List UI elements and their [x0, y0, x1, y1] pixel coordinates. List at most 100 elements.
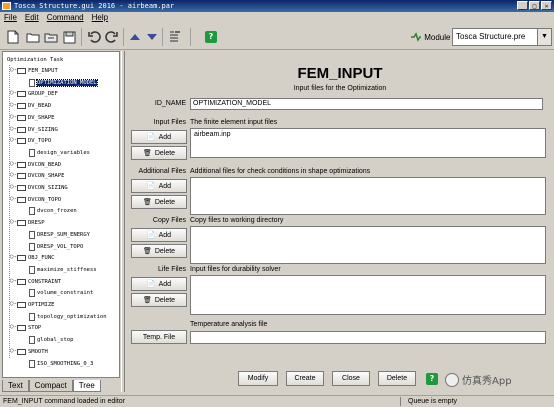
delete-label: Delete — [154, 149, 176, 157]
delete-input-file-button[interactable]: 🗑 Delete — [131, 146, 187, 160]
redo-icon[interactable] — [103, 28, 121, 46]
expand-toggle-icon[interactable]: ○- — [10, 195, 17, 202]
tree-item[interactable]: ○- DV_TOPO — [10, 136, 51, 146]
help-icon[interactable]: ? — [202, 28, 220, 46]
expand-toggle-icon[interactable]: ○- — [10, 253, 17, 260]
open-recent-icon[interactable] — [42, 28, 60, 46]
tree-item[interactable]: ○- DVCON_SHAPE — [10, 171, 64, 181]
tree-item[interactable]: DRESP_VOL_TOPO — [29, 242, 83, 252]
expand-toggle-icon[interactable]: ○- — [10, 89, 17, 96]
create-button[interactable]: Create — [286, 371, 324, 386]
action-buttons: Modify Create Close Delete — [238, 371, 416, 386]
folder-icon — [17, 126, 26, 133]
open-folder-icon[interactable] — [24, 28, 42, 46]
tree-item[interactable]: ○- DVCON_BEAD — [10, 160, 61, 170]
expand-toggle-icon[interactable]: ○- — [10, 66, 17, 73]
expand-toggle-icon[interactable]: ○- — [10, 323, 17, 330]
expand-toggle-icon[interactable]: ○- — [10, 277, 17, 284]
delete-copy-file-button[interactable]: 🗑 Delete — [131, 244, 187, 258]
tree-item[interactable]: ○- SMOOTH — [10, 347, 48, 357]
tab-compact[interactable]: Compact — [28, 380, 73, 392]
delete-life-file-button[interactable]: 🗑 Delete — [131, 293, 187, 307]
add-file-icon: 📄 — [146, 232, 156, 239]
expand-toggle-icon[interactable]: ○- — [10, 113, 17, 120]
chevron-down-icon[interactable]: ▼ — [537, 29, 551, 45]
tree-item[interactable]: ○- DRESP — [10, 218, 45, 228]
title-bar: Tosca Structure.gui 2016 - airbeam.par _… — [0, 0, 554, 12]
expand-toggle-icon[interactable]: ○- — [10, 171, 17, 178]
add-copy-file-button[interactable]: 📄 Add — [131, 228, 187, 242]
add-life-file-button[interactable]: 📄 Add — [131, 277, 187, 291]
tree-item[interactable]: ○- DV_SIZING — [10, 125, 58, 135]
temperature-file-field[interactable] — [190, 331, 546, 344]
tree-item[interactable]: DRESP_SUM_ENERGY — [29, 230, 90, 240]
close-icon[interactable]: × — [541, 1, 552, 10]
tab-text[interactable]: Text — [2, 380, 29, 392]
add-additional-file-button[interactable]: 📄 Add — [131, 179, 187, 193]
tree-item[interactable]: ○- STOP — [10, 323, 41, 333]
expand-toggle-icon[interactable]: ○- — [10, 160, 17, 167]
undo-icon[interactable] — [85, 28, 103, 46]
expand-toggle-icon[interactable]: ○- — [10, 183, 17, 190]
tree-item[interactable]: ○- OBJ_FUNC — [10, 253, 55, 263]
delete-button[interactable]: Delete — [378, 371, 416, 386]
window-controls: _ □ × — [517, 1, 552, 10]
list-item[interactable]: airbeam.inp — [194, 131, 542, 138]
minimize-icon[interactable]: _ — [517, 1, 528, 10]
copy-files-list[interactable] — [190, 226, 546, 264]
expand-toggle-icon[interactable]: ○- — [10, 136, 17, 143]
tree-item[interactable]: ○- GROUP_DEF — [10, 89, 58, 99]
tree-item[interactable]: ○- CONSTRAINT — [10, 277, 62, 287]
tree-item[interactable]: ○- DV_BEAD — [10, 101, 52, 111]
life-files-desc: Input files for durability solver — [190, 266, 281, 273]
panel-splitter[interactable] — [121, 51, 125, 392]
modify-button[interactable]: Modify — [238, 371, 278, 386]
expand-toggle-icon[interactable]: ○- — [10, 347, 17, 354]
tree-item[interactable]: ○- DV_SHAPE — [10, 113, 55, 123]
tree-item[interactable]: dvcon_frozen — [29, 206, 77, 216]
tree-item[interactable]: OPTIMIZATION_MODEL — [29, 78, 98, 88]
queue-status: Queue is empty — [408, 398, 458, 405]
life-files-list[interactable] — [190, 275, 546, 315]
expand-toggle-icon[interactable]: ○- — [10, 300, 17, 307]
move-up-icon[interactable] — [126, 28, 144, 46]
tree-root[interactable]: Optimization Task — [7, 55, 63, 65]
tree-item[interactable]: ○- OPTIMIZE — [10, 300, 55, 310]
tree-item[interactable]: topology_optimization — [29, 312, 107, 322]
menu-help[interactable]: Help — [92, 12, 108, 24]
save-icon[interactable] — [60, 28, 78, 46]
expand-toggle-icon[interactable]: ○- — [10, 125, 17, 132]
close-button[interactable]: Close — [332, 371, 370, 386]
tree-item-label: DRESP_VOL_TOPO — [37, 243, 84, 250]
help-icon[interactable]: ? — [426, 373, 438, 385]
tree-item[interactable]: ○- DVCON_SIZING — [10, 183, 68, 193]
tree-item[interactable]: ○- DVCON_TOPO — [10, 195, 61, 205]
tree-item[interactable]: global_stop — [29, 335, 73, 345]
trash-icon: 🗑 — [142, 150, 152, 157]
module-select[interactable]: Tosca Structure.pre ▼ — [452, 28, 552, 46]
expand-toggle-icon[interactable]: ○- — [10, 101, 17, 108]
add-input-file-button[interactable]: 📄 Add — [131, 130, 187, 144]
tab-tree[interactable]: Tree — [72, 380, 101, 392]
tree-item[interactable]: ○- FEM_INPUT — [10, 66, 58, 76]
tree-item-label: DV_BEAD — [28, 103, 52, 110]
menu-command[interactable]: Command — [47, 12, 84, 24]
temp-file-button[interactable]: Temp. File — [131, 330, 187, 344]
maximize-icon[interactable]: □ — [529, 1, 540, 10]
folder-icon — [17, 220, 26, 227]
menu-file[interactable]: File — [4, 12, 17, 24]
input-files-list[interactable]: airbeam.inp — [190, 128, 546, 158]
delete-additional-file-button[interactable]: 🗑 Delete — [131, 195, 187, 209]
menu-edit[interactable]: Edit — [25, 12, 39, 24]
additional-files-list[interactable] — [190, 177, 546, 215]
tree-item[interactable]: design_variables — [29, 148, 90, 158]
id-name-field[interactable]: OPTIMIZATION_MODEL — [190, 98, 543, 110]
tree-item[interactable]: maximize_stiffness — [29, 265, 97, 275]
tree-item-label: CONSTRAINT — [28, 278, 62, 285]
new-file-icon[interactable] — [4, 28, 22, 46]
tree-item[interactable]: volume_constraint — [29, 288, 93, 298]
tree-item[interactable]: ISO_SMOOTHING_0_3 — [29, 359, 93, 369]
expand-toggle-icon[interactable]: ○- — [10, 218, 17, 225]
edit-list-icon[interactable] — [166, 28, 184, 46]
move-down-icon[interactable] — [143, 28, 161, 46]
